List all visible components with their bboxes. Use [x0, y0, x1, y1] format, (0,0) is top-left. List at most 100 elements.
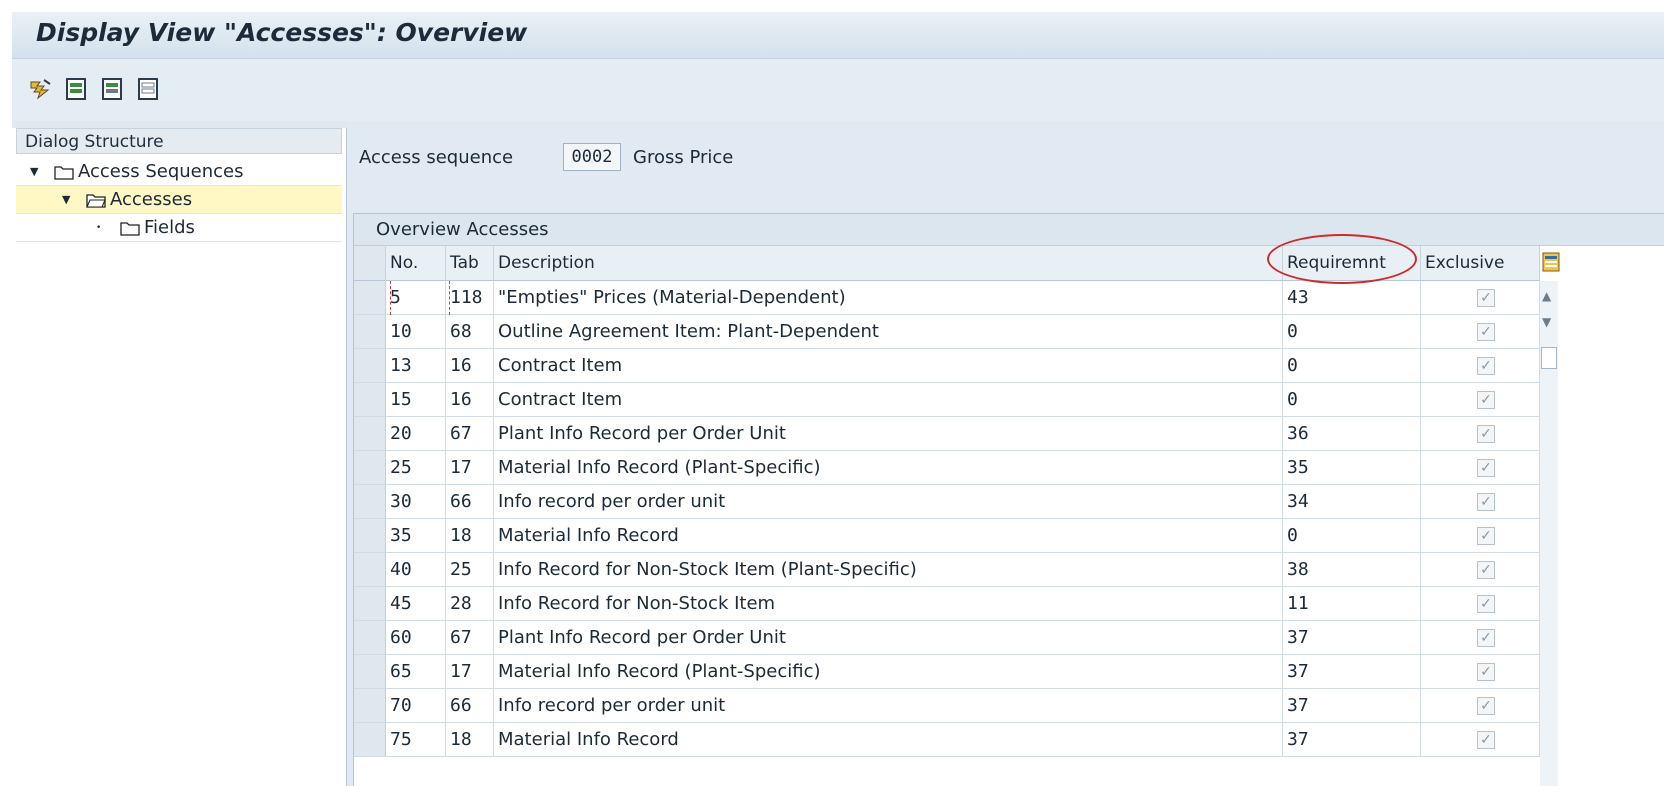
- cell-tab[interactable]: 17: [446, 451, 494, 485]
- cell-description[interactable]: Plant Info Record per Order Unit: [494, 621, 1283, 655]
- select-all-icon[interactable]: [64, 76, 90, 102]
- cell-no[interactable]: 10: [386, 315, 446, 349]
- cell-no[interactable]: 45: [386, 587, 446, 621]
- exclusive-checkbox[interactable]: ✓: [1477, 527, 1495, 545]
- scroll-up-icon[interactable]: ▲: [1542, 289, 1551, 303]
- table-row[interactable]: 20 67 Plant Info Record per Order Unit 36 ✓: [354, 417, 1664, 451]
- cell-no[interactable]: 25: [386, 451, 446, 485]
- scroll-thumb[interactable]: [1541, 347, 1557, 369]
- cell-requirement[interactable]: 37: [1283, 621, 1421, 655]
- cell-requirement[interactable]: 0: [1283, 383, 1421, 417]
- table-row[interactable]: 75 18 Material Info Record 37 ✓: [354, 723, 1664, 757]
- col-header-no[interactable]: No.: [386, 246, 446, 281]
- cell-description[interactable]: Material Info Record: [494, 519, 1283, 553]
- tree-item-fields[interactable]: • Fields: [16, 214, 342, 242]
- cell-requirement[interactable]: 35: [1283, 451, 1421, 485]
- row-selector[interactable]: [354, 621, 386, 655]
- access-sequence-field[interactable]: 0002: [563, 143, 621, 171]
- row-selector[interactable]: [354, 281, 386, 315]
- exclusive-checkbox[interactable]: ✓: [1477, 697, 1495, 715]
- exclusive-checkbox[interactable]: ✓: [1477, 629, 1495, 647]
- cell-description[interactable]: Material Info Record (Plant-Specific): [494, 451, 1283, 485]
- cell-requirement[interactable]: 11: [1283, 587, 1421, 621]
- cell-requirement[interactable]: 37: [1283, 689, 1421, 723]
- row-selector[interactable]: [354, 689, 386, 723]
- cell-requirement[interactable]: 37: [1283, 655, 1421, 689]
- cell-description[interactable]: Contract Item: [494, 349, 1283, 383]
- cell-requirement[interactable]: 43: [1283, 281, 1421, 315]
- cell-tab[interactable]: 28: [446, 587, 494, 621]
- cell-no[interactable]: 75: [386, 723, 446, 757]
- cell-requirement[interactable]: 38: [1283, 553, 1421, 587]
- col-header-description[interactable]: Description: [494, 246, 1283, 281]
- cell-tab[interactable]: 16: [446, 383, 494, 417]
- cell-requirement[interactable]: 36: [1283, 417, 1421, 451]
- cell-tab[interactable]: 68: [446, 315, 494, 349]
- cell-no[interactable]: 35: [386, 519, 446, 553]
- cell-tab[interactable]: 67: [446, 621, 494, 655]
- cell-tab[interactable]: 18: [446, 519, 494, 553]
- exclusive-checkbox[interactable]: ✓: [1477, 561, 1495, 579]
- row-selector-header[interactable]: [354, 246, 386, 281]
- cell-tab[interactable]: 66: [446, 689, 494, 723]
- table-row[interactable]: 5 118 "Empties" Prices (Material-Dependent…: [354, 281, 1664, 315]
- cell-description[interactable]: Info record per order unit: [494, 689, 1283, 723]
- deselect-all-icon[interactable]: [136, 76, 162, 102]
- table-row[interactable]: 30 66 Info record per order unit 34 ✓: [354, 485, 1664, 519]
- row-selector[interactable]: [354, 485, 386, 519]
- row-selector[interactable]: [354, 349, 386, 383]
- row-selector[interactable]: [354, 553, 386, 587]
- select-block-icon[interactable]: [100, 76, 126, 102]
- cell-no[interactable]: 13: [386, 349, 446, 383]
- cell-description[interactable]: Info Record for Non-Stock Item: [494, 587, 1283, 621]
- row-selector[interactable]: [354, 383, 386, 417]
- exclusive-checkbox[interactable]: ✓: [1477, 357, 1495, 375]
- tree-item-accesses[interactable]: ▼ Accesses: [16, 186, 342, 214]
- exclusive-checkbox[interactable]: ✓: [1477, 425, 1495, 443]
- cell-requirement[interactable]: 34: [1283, 485, 1421, 519]
- cell-description[interactable]: Material Info Record (Plant-Specific): [494, 655, 1283, 689]
- cell-tab[interactable]: 67: [446, 417, 494, 451]
- table-row[interactable]: 35 18 Material Info Record 0 ✓: [354, 519, 1664, 553]
- exclusive-checkbox[interactable]: ✓: [1477, 289, 1495, 307]
- cell-description[interactable]: Material Info Record: [494, 723, 1283, 757]
- exclusive-checkbox[interactable]: ✓: [1477, 731, 1495, 749]
- vertical-scrollbar[interactable]: ▲ ▼: [1540, 281, 1558, 786]
- expand-arrow-icon[interactable]: ▼: [62, 186, 70, 214]
- exclusive-checkbox[interactable]: ✓: [1477, 459, 1495, 477]
- row-selector[interactable]: [354, 519, 386, 553]
- cell-requirement[interactable]: 37: [1283, 723, 1421, 757]
- cell-description[interactable]: "Empties" Prices (Material-Dependent): [494, 281, 1283, 315]
- tree-item-access-sequences[interactable]: ▼ Access Sequences: [16, 158, 342, 186]
- table-row[interactable]: 10 68 Outline Agreement Item: Plant-Depend…: [354, 315, 1664, 349]
- cell-requirement[interactable]: 0: [1283, 519, 1421, 553]
- cell-tab[interactable]: 18: [446, 723, 494, 757]
- cell-requirement[interactable]: 0: [1283, 349, 1421, 383]
- cell-no[interactable]: 30: [386, 485, 446, 519]
- cell-no[interactable]: 70: [386, 689, 446, 723]
- row-selector[interactable]: [354, 315, 386, 349]
- cell-tab[interactable]: 25: [446, 553, 494, 587]
- row-selector[interactable]: [354, 655, 386, 689]
- cell-description[interactable]: Outline Agreement Item: Plant-Dependent: [494, 315, 1283, 349]
- cell-no[interactable]: 20: [386, 417, 446, 451]
- cell-tab[interactable]: 16: [446, 349, 494, 383]
- cell-no[interactable]: 40: [386, 553, 446, 587]
- table-row[interactable]: 40 25 Info Record for Non-Stock Item (Plan…: [354, 553, 1664, 587]
- col-header-exclusive[interactable]: Exclusive: [1421, 246, 1540, 281]
- row-selector[interactable]: [354, 451, 386, 485]
- cell-tab[interactable]: 118: [446, 281, 494, 315]
- cell-description[interactable]: Info Record for Non-Stock Item (Plant-Sp…: [494, 553, 1283, 587]
- table-row[interactable]: 15 16 Contract Item 0 ✓: [354, 383, 1664, 417]
- cell-description[interactable]: Info record per order unit: [494, 485, 1283, 519]
- table-row[interactable]: 60 67 Plant Info Record per Order Unit 37 ✓: [354, 621, 1664, 655]
- display-icon[interactable]: [28, 76, 54, 102]
- scroll-down-icon[interactable]: ▼: [1542, 315, 1551, 329]
- exclusive-checkbox[interactable]: ✓: [1477, 663, 1495, 681]
- exclusive-checkbox[interactable]: ✓: [1477, 391, 1495, 409]
- cell-requirement[interactable]: 0: [1283, 315, 1421, 349]
- table-row[interactable]: 13 16 Contract Item 0 ✓: [354, 349, 1664, 383]
- exclusive-checkbox[interactable]: ✓: [1477, 595, 1495, 613]
- expand-arrow-icon[interactable]: ▼: [30, 158, 38, 186]
- exclusive-checkbox[interactable]: ✓: [1477, 323, 1495, 341]
